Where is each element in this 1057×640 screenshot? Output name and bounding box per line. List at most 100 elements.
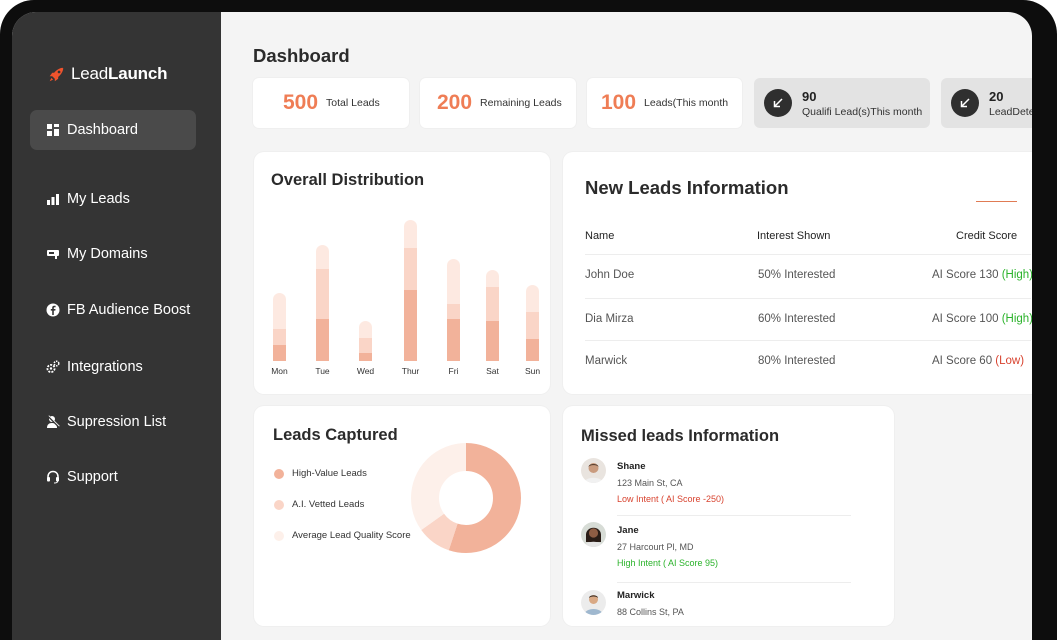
bar-segment (526, 339, 539, 361)
missed-lead-name: Jane (617, 525, 639, 536)
user-block-icon (46, 415, 60, 429)
sidebar-item-supression-list[interactable]: Supression List (30, 402, 196, 442)
bar-segment (526, 312, 539, 339)
donut-chart (411, 443, 521, 553)
app-window: LeadLaunch Dashboard My Leads My Domains… (12, 12, 1032, 640)
missed-lead-address: 27 Harcourt Pl, MD (617, 542, 694, 552)
bar-segment (359, 353, 372, 361)
legend-swatch (274, 499, 284, 510)
bar-segment (273, 293, 286, 329)
sidebar-item-label: Support (67, 469, 118, 485)
grid-icon (46, 123, 60, 137)
row-divider (585, 340, 1031, 341)
arrow-down-left-icon (764, 89, 792, 117)
card-title: Leads Captured (273, 426, 398, 444)
row-divider (617, 515, 851, 516)
stat-label: Remaining Leads (480, 97, 562, 109)
stat-value: 20 (989, 88, 1004, 104)
x-tick-label: Tue (315, 366, 330, 376)
stat-label: Total Leads (326, 97, 380, 109)
legend-item: Average Lead Quality Score (274, 530, 411, 541)
card-title: Overall Distribution (271, 171, 425, 189)
sidebar-item-my-domains[interactable]: My Domains (30, 234, 196, 274)
lead-score: AI Score 60 (Low) (932, 355, 1025, 367)
domain-icon (46, 247, 60, 261)
bar-segment (404, 290, 417, 361)
sidebar-item-fb-audience-boost[interactable]: FB Audience Boost (30, 290, 196, 330)
missed-leads-card: Missed leads Information Shane 123 Main … (563, 406, 894, 626)
facebook-icon (46, 303, 60, 317)
stat-leads-detected[interactable]: 20 LeadDete (941, 78, 1032, 128)
stat-value: 100 (601, 91, 637, 114)
stat-remaining-leads[interactable]: 200 Remaining Leads (420, 78, 576, 128)
column-header-interest: Interest Shown (757, 230, 831, 242)
score-level-high: (High) (1001, 269, 1032, 281)
main-content: Dashboard 500 Total Leads 200 Remaining … (221, 12, 1032, 640)
lead-score: AI Score 100 (High) (932, 313, 1032, 325)
bar-segment (526, 285, 539, 312)
card-title: Missed leads Information (581, 427, 780, 445)
bar-segment (316, 319, 329, 361)
sidebar-item-integrations[interactable]: Integrations (30, 347, 196, 387)
avatar (581, 590, 606, 615)
stat-value: 200 (437, 91, 473, 114)
legend-item: A.I. Vetted Leads (274, 499, 364, 510)
column-header-credit-score: Credit Score (956, 230, 1018, 242)
x-tick-label: Wed (356, 366, 375, 376)
row-divider (585, 254, 1031, 255)
overall-distribution-card: Overall Distribution Mon Tue Wed Thur Fri Sat… (254, 152, 550, 394)
sidebar-item-dashboard[interactable]: Dashboard (30, 110, 196, 150)
score-level-high: (High) (1001, 313, 1032, 325)
sidebar: LeadLaunch Dashboard My Leads My Domains… (12, 12, 221, 640)
x-tick-label: Mon (271, 366, 288, 376)
legend-label: High-Value Leads (292, 468, 367, 479)
stat-label: Qualifi Lead(s)This month (802, 105, 923, 118)
sidebar-item-label: Dashboard (67, 122, 138, 138)
lead-name: Dia Mirza (585, 313, 634, 325)
score-level-low: (Low) (995, 355, 1025, 367)
missed-lead-address: 123 Main St, CA (617, 478, 683, 488)
headset-icon (46, 470, 60, 484)
legend-swatch (274, 468, 284, 479)
cogs-icon (46, 360, 60, 374)
column-header-name: Name (585, 230, 615, 242)
rocket-icon (49, 67, 64, 81)
lead-interest: 50% Interested (758, 269, 836, 281)
sidebar-item-label: My Domains (67, 246, 148, 262)
row-divider (617, 582, 851, 583)
bar-segment (273, 345, 286, 361)
sidebar-item-my-leads[interactable]: My Leads (30, 179, 196, 219)
legend-item: High-Value Leads (274, 468, 367, 479)
bar-segment (316, 245, 329, 269)
brand-logo[interactable]: LeadLaunch (48, 64, 167, 84)
sidebar-item-label: My Leads (67, 191, 130, 207)
arrow-down-left-icon (951, 89, 979, 117)
lead-score: AI Score 130 (High) (932, 269, 1032, 281)
stat-value: 90 (802, 88, 817, 104)
stat-leads-this-month[interactable]: 100 Leads(This month (587, 78, 742, 128)
stat-qualified-leads[interactable]: 90 Qualifi Lead(s)This month (754, 78, 930, 128)
stat-total-leads[interactable]: 500 Total Leads (253, 78, 409, 128)
bar-segment (273, 329, 286, 345)
avatar (581, 458, 606, 483)
missed-lead-name: Marwick (617, 590, 655, 601)
x-tick-label: Thur (401, 366, 420, 376)
new-leads-card: New Leads Information Name Interest Show… (563, 152, 1032, 394)
x-tick-label: Sat (486, 366, 499, 376)
bar-chart-icon (46, 192, 60, 206)
legend-label: Average Lead Quality Score (292, 530, 411, 541)
missed-lead-intent: Low Intent ( AI Score -250) (617, 494, 725, 504)
legend-label: A.I. Vetted Leads (292, 499, 365, 510)
bar-segment (447, 259, 460, 304)
stat-value: 500 (283, 91, 319, 114)
lead-name: Marwick (585, 355, 628, 367)
page-title: Dashboard (253, 45, 350, 66)
lead-interest: 60% Interested (758, 313, 836, 325)
bar-segment (447, 319, 460, 361)
bar-segment (486, 321, 499, 361)
brand-name: LeadLaunch (71, 64, 168, 83)
leads-captured-card: Leads Captured High-Value Leads A.I. Vet… (254, 406, 550, 626)
sidebar-item-support[interactable]: Support (30, 457, 196, 497)
bar-segment (404, 248, 417, 290)
stat-label: Leads(This month (644, 97, 729, 109)
